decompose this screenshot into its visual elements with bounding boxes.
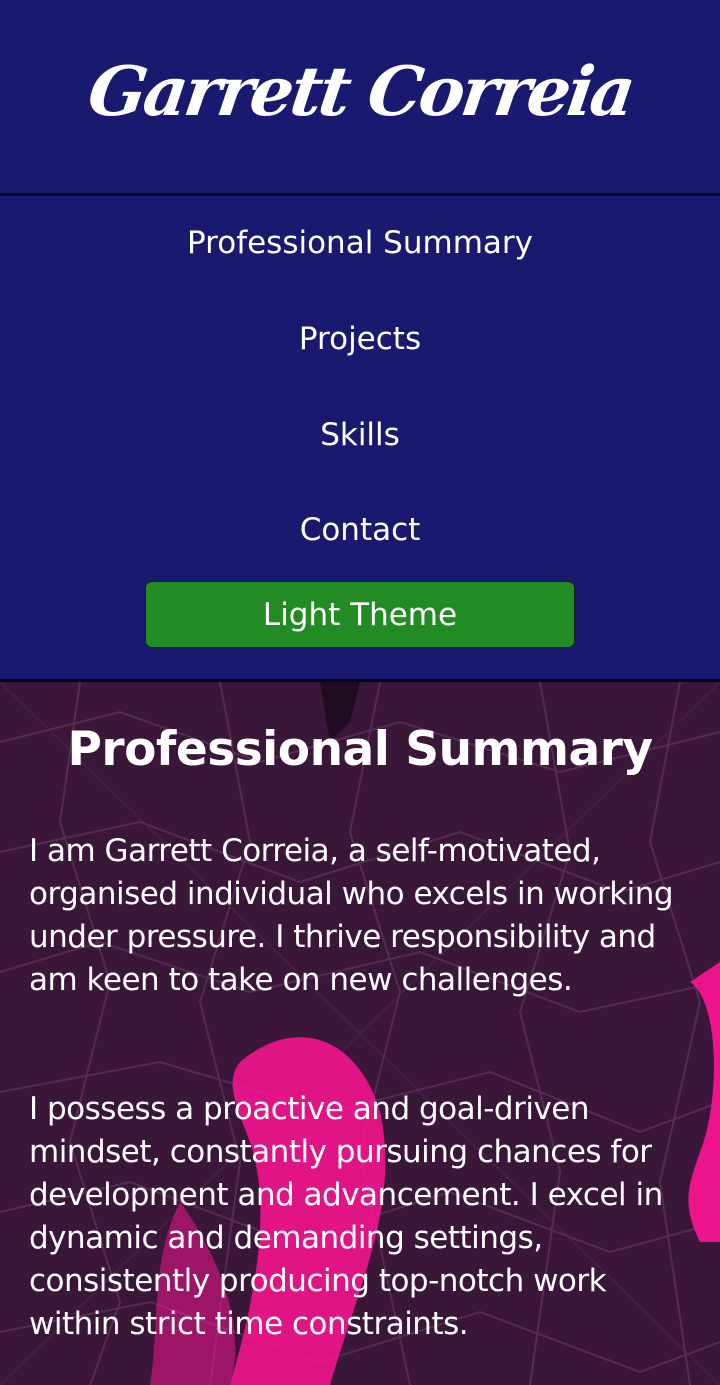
nav-link-projects[interactable]: Projects [0, 319, 720, 359]
nav-link-contact[interactable]: Contact [0, 510, 720, 550]
nav-link-professional-summary[interactable]: Professional Summary [0, 223, 720, 263]
main-content: Professional Summary I am Garrett Correi… [0, 682, 720, 1385]
section-title: Professional Summary [67, 722, 653, 777]
summary-section: Professional Summary I am Garrett Correi… [0, 682, 720, 1385]
site-title: Garrett Correia [82, 51, 638, 132]
summary-paragraph-1: I am Garrett Correia, a self-motivated, … [29, 833, 674, 998]
theme-toggle-button[interactable]: Light Theme [145, 581, 575, 648]
nav-link-skills[interactable]: Skills [0, 415, 720, 455]
main-navigation: Professional Summary Projects Skills Con… [0, 196, 720, 679]
site-header: Garrett Correia [0, 0, 720, 193]
summary-paragraph-2: I possess a proactive and goal-driven mi… [29, 1091, 663, 1342]
